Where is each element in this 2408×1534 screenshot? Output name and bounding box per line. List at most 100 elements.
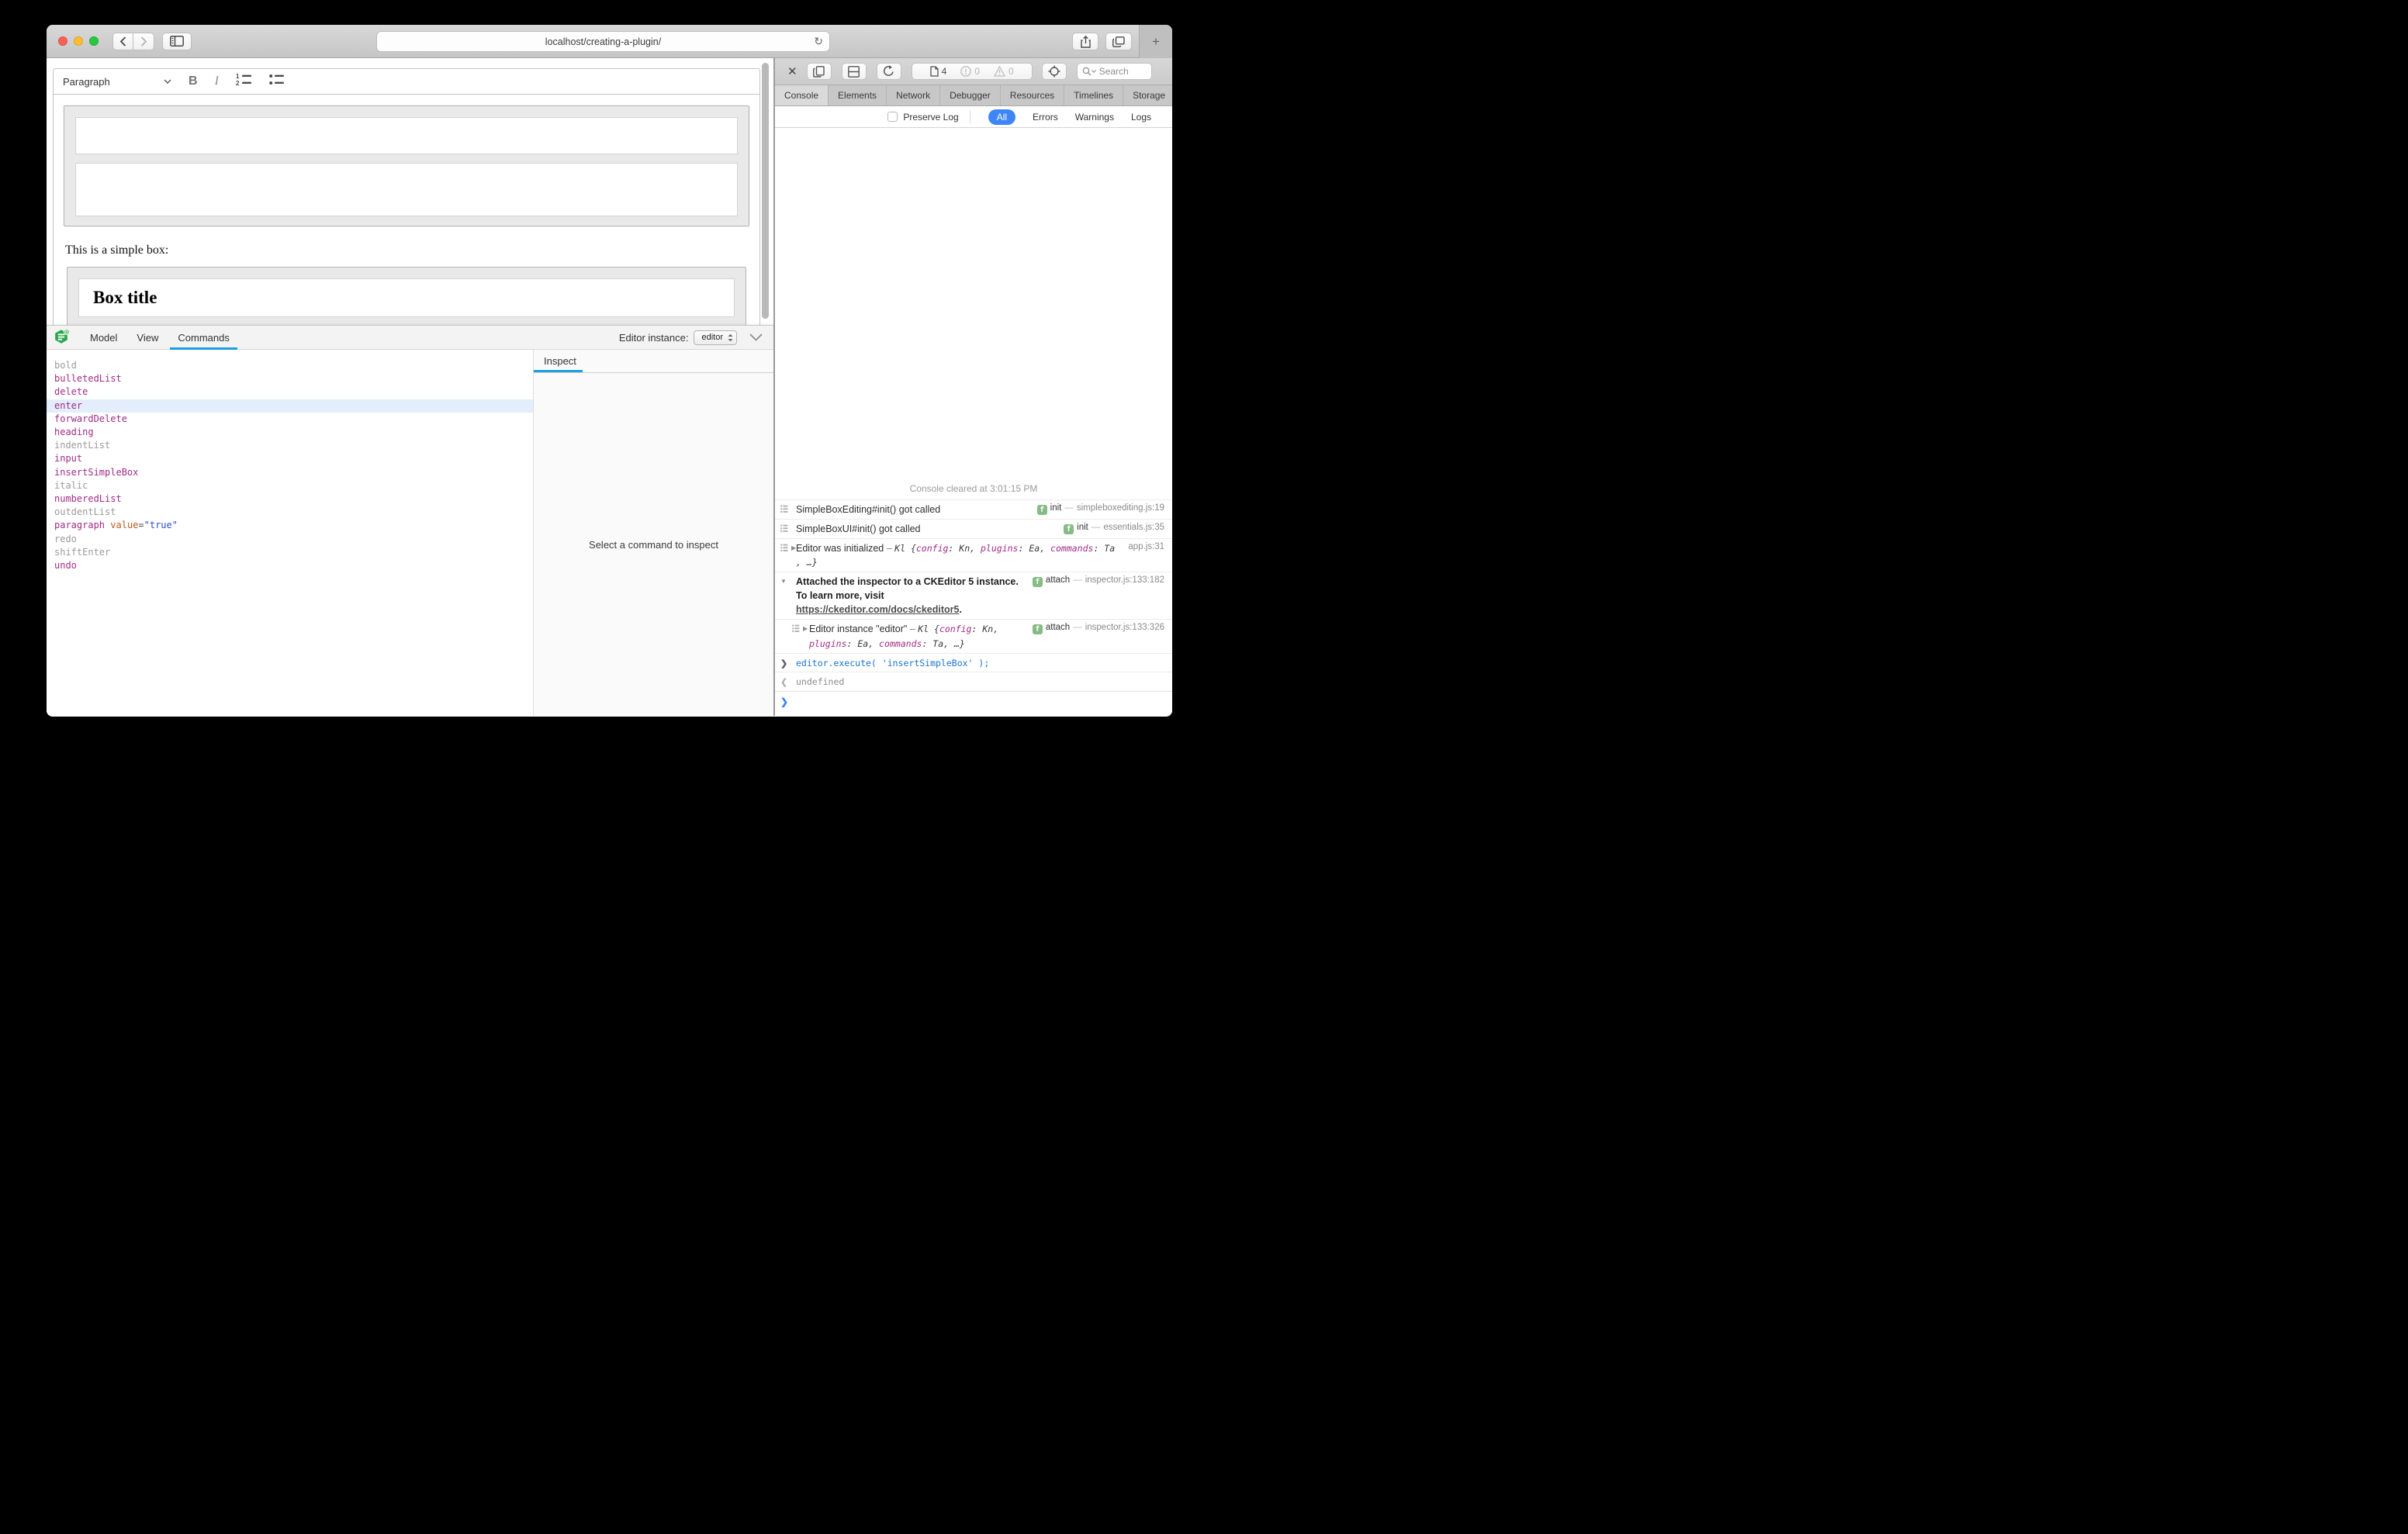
scope-filter-errors[interactable]: Errors: [1033, 112, 1058, 123]
command-name: insertSimpleBox: [54, 467, 138, 478]
bold-button[interactable]: B: [189, 74, 198, 88]
close-inspector-button[interactable]: ✕: [787, 64, 797, 78]
source-location-link[interactable]: essentials.js:35: [1103, 523, 1164, 532]
tab-resources[interactable]: Resources: [1001, 85, 1064, 105]
dock-side-button[interactable]: [842, 63, 867, 80]
command-item[interactable]: insertSimpleBox: [47, 466, 533, 479]
tab-console[interactable]: Console: [775, 85, 829, 105]
editor-editable-area[interactable]: This is a simple box: Box title: [53, 95, 760, 326]
source-location-link[interactable]: simpleboxediting.js:19: [1077, 503, 1164, 513]
collapse-inspector-button[interactable]: [749, 333, 763, 341]
message-segment: plugins: [981, 543, 1018, 554]
crosshair-icon: [1048, 65, 1060, 78]
scope-filter-all[interactable]: All: [988, 109, 1015, 125]
scope-filter-warnings[interactable]: Warnings: [1075, 112, 1114, 123]
reload-page-button[interactable]: [877, 63, 901, 80]
heading-dropdown[interactable]: Paragraph: [63, 76, 171, 88]
console-log-row[interactable]: ▶Editor instance "editor" – Kl {config: …: [775, 619, 1172, 652]
console-result-value: undefined: [796, 675, 1164, 689]
command-item[interactable]: shiftEnter: [47, 546, 533, 559]
back-button[interactable]: [112, 33, 133, 50]
numbered-list-button[interactable]: 1 2: [236, 73, 252, 90]
command-item[interactable]: numberedList: [47, 492, 533, 506]
console-prompt-input[interactable]: [796, 694, 1164, 713]
tab-debugger[interactable]: Debugger: [940, 85, 1001, 105]
ck-tab-view[interactable]: View: [137, 326, 158, 350]
tab-storage[interactable]: Storage: [1123, 85, 1172, 105]
wi-status-badges: 4 0: [912, 63, 1033, 80]
command-item[interactable]: bold: [47, 359, 533, 372]
url-field[interactable]: localhost/creating-a-plugin/ ↻: [376, 31, 830, 52]
command-item[interactable]: input: [47, 452, 533, 465]
reload-icon[interactable]: ↻: [814, 35, 823, 48]
ck-tab-commands[interactable]: Commands: [178, 326, 229, 350]
command-item[interactable]: delete: [47, 385, 533, 399]
ckeditor: Paragraph B I 1 2: [53, 68, 760, 326]
italic-button[interactable]: I: [215, 74, 219, 88]
console-output: Console cleared at 3:01:15 PM SimpleBoxE…: [775, 128, 1172, 716]
page-scrollbar[interactable]: [761, 63, 770, 319]
svg-text:2: 2: [236, 80, 240, 86]
simple-box-title-field[interactable]: Box title: [78, 278, 735, 317]
editor-instance-select[interactable]: editor: [694, 330, 737, 345]
close-window-button[interactable]: [58, 36, 67, 46]
new-tab-button[interactable]: +: [1139, 25, 1172, 58]
ck-tab-model[interactable]: Model: [90, 326, 117, 350]
simple-box-widget[interactable]: [64, 105, 749, 226]
console-log-row[interactable]: ▶Editor was initialized – Kl {config: Kn…: [775, 538, 1172, 572]
scope-filter-logs[interactable]: Logs: [1131, 112, 1151, 123]
source-location-link[interactable]: inspector.js:133:182: [1085, 575, 1164, 585]
command-item[interactable]: enter: [47, 399, 533, 413]
command-item[interactable]: outdentList: [47, 506, 533, 519]
input-chevron-icon: ❯: [780, 658, 787, 669]
disclosure-expanded-icon[interactable]: ▼: [780, 577, 787, 585]
inspect-tab[interactable]: Inspect: [534, 350, 773, 373]
element-picker-button[interactable]: [1042, 63, 1067, 80]
console-log-row[interactable]: SimpleBoxEditing#init() got calledfinit—…: [775, 499, 1172, 519]
command-item[interactable]: italic: [47, 479, 533, 492]
minimize-window-button[interactable]: [74, 36, 83, 46]
tab-network[interactable]: Network: [887, 85, 940, 105]
scrollbar-thumb[interactable]: [762, 63, 769, 319]
ck-inspector-header: ModelViewCommands Editor instance: edito…: [47, 326, 773, 350]
console-log-row[interactable]: ▼Attached the inspector to a CKEditor 5 …: [775, 572, 1172, 619]
console-input-row[interactable]: ❯editor.execute( 'insertSimpleBox' );: [775, 653, 1172, 672]
forward-button[interactable]: [133, 33, 154, 50]
detach-inspector-button[interactable]: [807, 63, 832, 80]
console-prompt-row[interactable]: ❯: [775, 691, 1172, 716]
tab-timelines[interactable]: Timelines: [1064, 85, 1123, 105]
console-link[interactable]: https://ckeditor.com/docs/ckeditor5: [796, 604, 959, 615]
source-location-link[interactable]: app.js:31: [1128, 542, 1164, 551]
chevron-down-icon: [1092, 70, 1096, 73]
command-item[interactable]: forwardDelete: [47, 413, 533, 426]
error-count-badge[interactable]: 0: [960, 66, 980, 77]
share-button[interactable]: [1072, 33, 1098, 50]
command-item[interactable]: paragraph value="true": [47, 519, 533, 532]
search-placeholder: Search: [1099, 66, 1129, 77]
tab-elements[interactable]: Elements: [829, 85, 887, 105]
simple-box-description-field[interactable]: [75, 163, 738, 216]
warning-count-badge[interactable]: 0: [994, 66, 1014, 77]
command-item[interactable]: redo: [47, 533, 533, 546]
command-item[interactable]: indentList: [47, 439, 533, 452]
console-message: Editor instance "editor" – Kl {config: K…: [809, 622, 1023, 650]
disclosure-collapsed-icon[interactable]: ▶: [803, 624, 808, 632]
zoom-window-button[interactable]: [89, 36, 99, 46]
source-location-link[interactable]: inspector.js:133:326: [1085, 623, 1164, 632]
inspector-search-field[interactable]: Search: [1077, 63, 1152, 80]
sidebar-toggle-button[interactable]: [162, 33, 192, 50]
command-item[interactable]: bulletedList: [47, 372, 533, 385]
command-item[interactable]: heading: [47, 426, 533, 439]
bulleted-list-button[interactable]: [269, 73, 284, 90]
command-item[interactable]: undo: [47, 559, 533, 572]
simple-box-widget[interactable]: Box title: [67, 267, 746, 326]
tab-overview-button[interactable]: [1105, 33, 1132, 50]
page-resources-badge[interactable]: 4: [930, 66, 947, 77]
simple-box-title-field[interactable]: [75, 117, 738, 154]
console-log-row[interactable]: SimpleBoxUI#init() got calledfinit—essen…: [775, 519, 1172, 538]
editor-paragraph[interactable]: This is a simple box:: [65, 244, 748, 257]
console-result-row[interactable]: ❮undefined: [775, 672, 1172, 691]
command-name: bulletedList: [54, 373, 122, 384]
preserve-log-checkbox[interactable]: [887, 112, 898, 122]
editor-instance-value: editor: [701, 333, 723, 342]
